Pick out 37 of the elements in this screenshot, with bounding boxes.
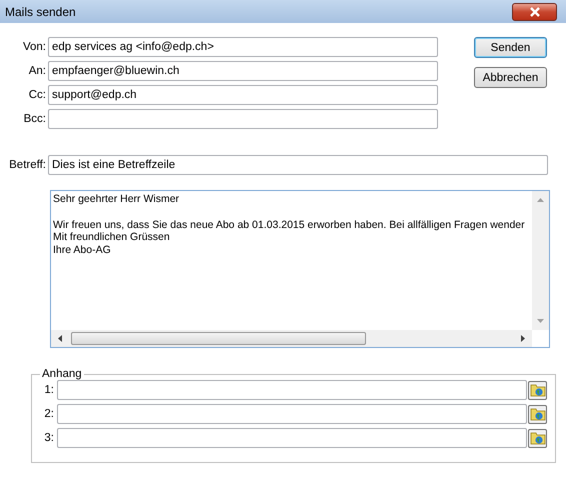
input-field[interactable] xyxy=(57,404,527,424)
horizontal-scrollbar[interactable] xyxy=(51,330,532,347)
field-label: 3: xyxy=(43,432,55,444)
left-arrow-icon xyxy=(57,334,63,343)
input-field[interactable]: empfaenger@bluewin.ch xyxy=(48,61,438,81)
subject-field[interactable]: Dies ist eine Betreffzeile xyxy=(48,155,548,175)
field-label: Betreff: xyxy=(8,159,47,171)
input-field[interactable] xyxy=(57,380,527,400)
field-label: An: xyxy=(28,65,47,77)
browse-button[interactable] xyxy=(528,428,547,448)
message-text: Sehr geehrter Herr Wismer Wir freuen uns, dass Sie das neue Abo ab 01.03.2015 erworben haben. Bei allfälligen Fragen wender Mit freundlichen Grüssen Ihre Abo-AG xyxy=(52,192,526,258)
close-icon xyxy=(528,6,540,16)
scroll-thumb[interactable] xyxy=(71,332,366,345)
input-field[interactable]: support@edp.ch xyxy=(48,85,438,105)
field-label: Bcc: xyxy=(22,113,47,125)
close-button[interactable] xyxy=(512,2,557,20)
field-label: 1: xyxy=(43,384,55,396)
folder-globe-icon xyxy=(530,430,546,446)
input-field[interactable] xyxy=(57,428,527,448)
folder-globe-icon xyxy=(530,382,546,398)
input-field[interactable]: edp services ag <info@edp.ch> xyxy=(48,37,438,57)
browse-button[interactable] xyxy=(528,380,547,400)
window-title: Mails senden xyxy=(5,4,76,18)
input-field[interactable] xyxy=(48,109,438,129)
right-arrow-icon xyxy=(520,334,526,343)
dialog-button[interactable]: Abbrechen xyxy=(474,67,547,88)
field-label: 2: xyxy=(43,408,55,420)
field-label: Von: xyxy=(22,41,47,53)
field-label: Cc: xyxy=(28,89,47,101)
group-title: Anhang xyxy=(41,368,83,380)
up-arrow-icon xyxy=(536,197,545,203)
dialog-button[interactable]: Senden xyxy=(474,37,547,58)
browse-button[interactable] xyxy=(528,404,547,424)
vertical-scrollbar[interactable] xyxy=(532,191,549,330)
message-area[interactable]: Sehr geehrter Herr Wismer Wir freuen uns, dass Sie das neue Abo ab 01.03.2015 erworben haben. Bei allfälligen Fragen wender Mit freundlichen Grüssen Ihre Abo-AG xyxy=(50,190,550,348)
folder-globe-icon xyxy=(530,406,546,422)
down-arrow-icon xyxy=(536,318,545,324)
